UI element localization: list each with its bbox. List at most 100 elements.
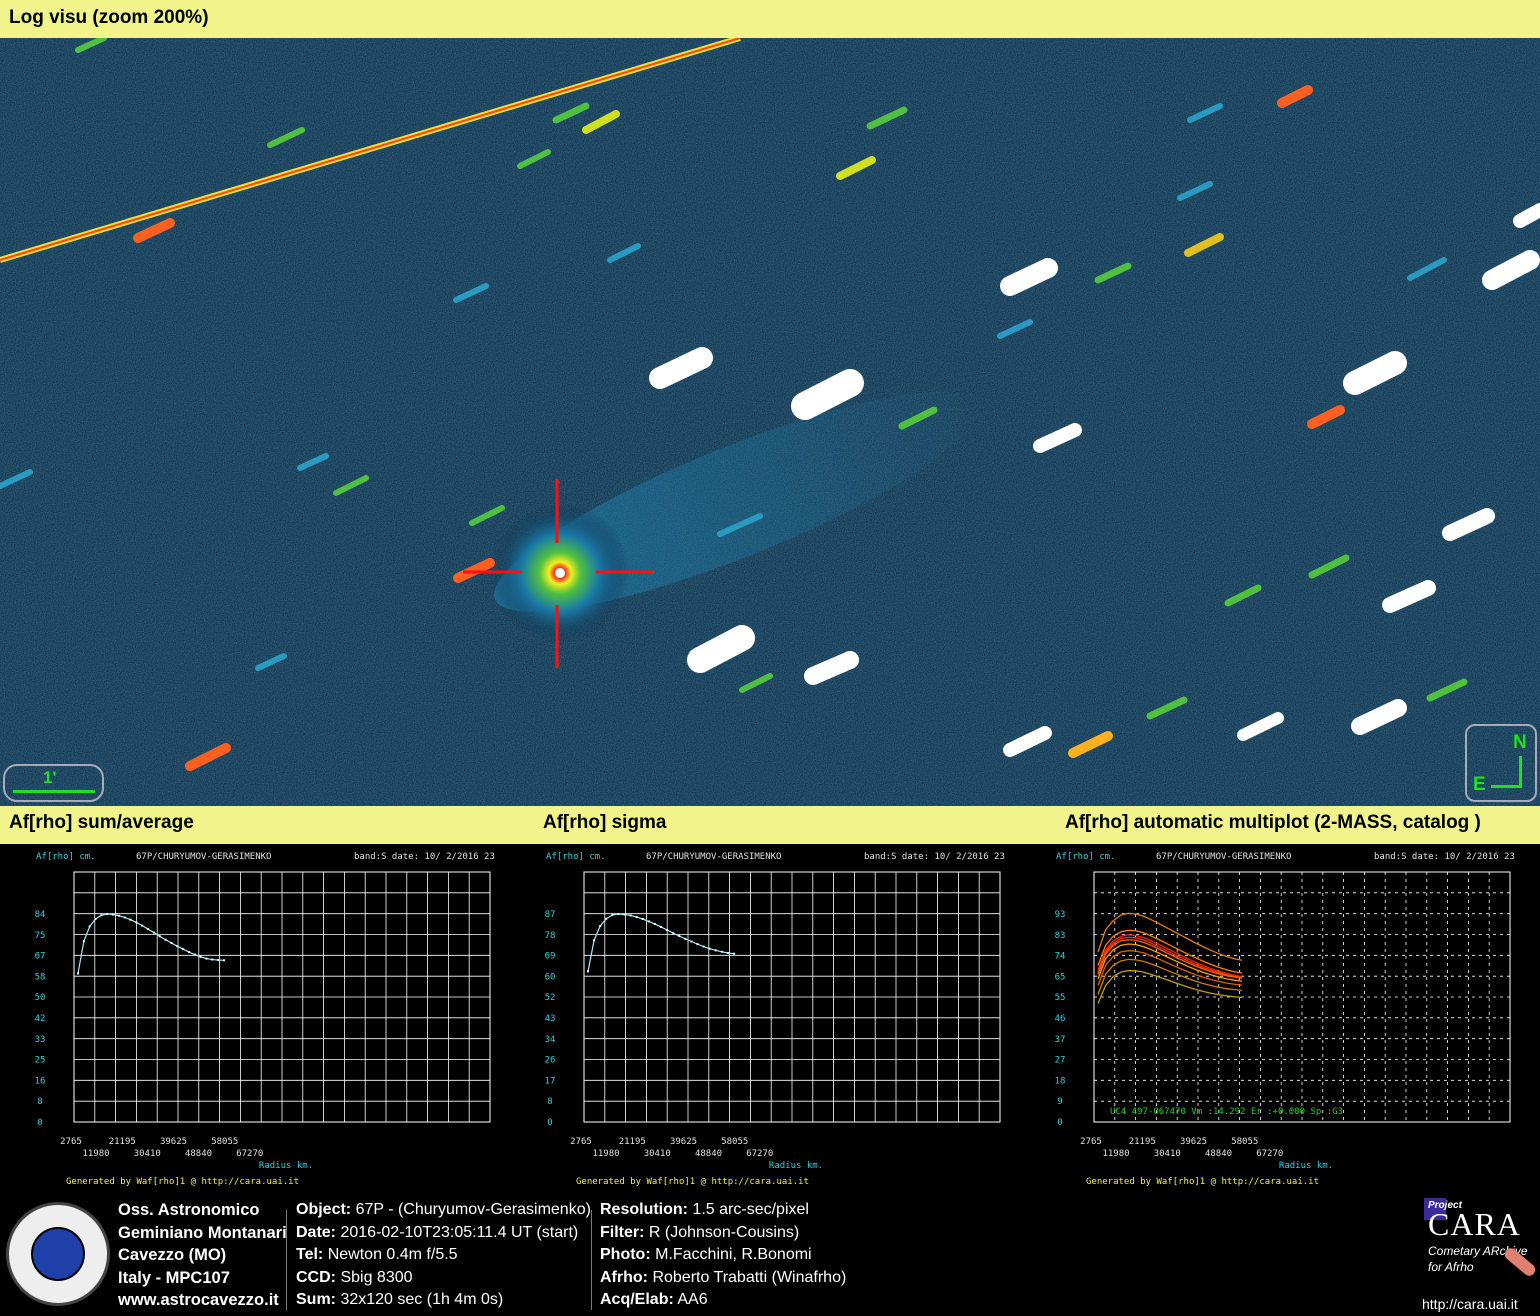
compass-north-arrow	[1519, 756, 1522, 788]
org-line-1: Oss. Astronomico	[118, 1201, 260, 1219]
plot-ytick: 16	[35, 1076, 46, 1086]
sum-value: 32x120 sec (1h 4m 0s)	[340, 1291, 504, 1309]
plot-ytick: 60	[545, 972, 556, 982]
plot-ytick: 0	[37, 1118, 42, 1128]
plot-point	[152, 931, 155, 934]
plot-point	[182, 948, 185, 951]
org-line-4: Italy - MPC107	[118, 1268, 230, 1287]
compass: N E	[1465, 724, 1537, 802]
org-website[interactable]: www.astrocavezzo.it	[118, 1289, 287, 1312]
plot-xlabel: Radius km.	[259, 1161, 313, 1171]
plot-point	[94, 917, 97, 920]
plot-ytick: 8	[547, 1097, 552, 1107]
plot-point	[726, 951, 729, 954]
plot-point	[77, 972, 79, 975]
plot-star-info: UC4 497-067470 Vm :14.292 Er :+0.000 Sp …	[1110, 1107, 1343, 1117]
plot-multiplot: Af[rho] cm. 67P/CHURYUMOV-GERASIMENKO band…	[1020, 844, 1530, 1190]
plot-xtick: 30410	[134, 1149, 161, 1159]
plot-ytick: 50	[35, 993, 46, 1003]
photo-label: Photo:	[600, 1246, 651, 1264]
plot-point	[223, 959, 225, 962]
plot-xtick: 30410	[1154, 1149, 1181, 1159]
plot-point	[653, 923, 656, 926]
plot-xtick: 39625	[160, 1137, 187, 1147]
plot-svg: Af[rho] cm. 67P/CHURYUMOV-GERASIMENKO band…	[545, 852, 1005, 1187]
footer-divider-2	[591, 1210, 592, 1310]
plot-ytick: 25	[35, 1056, 46, 1066]
plot-point	[217, 959, 220, 962]
plot-ytick: 69	[545, 952, 556, 962]
plot-point	[112, 913, 115, 916]
cara-url[interactable]: http://cara.uai.it	[1422, 1296, 1518, 1312]
plot-point	[660, 925, 662, 928]
plot-point	[100, 914, 103, 917]
comet-image: 1' N E	[0, 38, 1540, 806]
plot-point	[593, 939, 596, 942]
plot-ylabel: Af[rho] cm.	[1056, 852, 1116, 862]
plot-ytick: 74	[1055, 952, 1066, 962]
plot-point	[647, 920, 650, 923]
filter-label: Filter:	[600, 1223, 645, 1241]
plot-point	[635, 916, 638, 919]
plot-xtick: 58055	[211, 1137, 238, 1147]
plot-point	[684, 937, 687, 940]
header-title: Log visu (zoom 200%)	[9, 7, 209, 28]
plot-band: band:S date: 10/ 2/2016 23	[864, 852, 1005, 862]
plot-point	[205, 957, 208, 960]
plot-ytick: 75	[35, 931, 46, 941]
plot-xtick: 48840	[1205, 1149, 1232, 1159]
plot-point	[629, 914, 632, 917]
plot-svg: Af[rho] cm. 67P/CHURYUMOV-GERASIMENKO band…	[1055, 852, 1515, 1187]
plot-generated: Generated by Waf[rho]1 @ http://cara.uai…	[576, 1177, 809, 1187]
plot-point	[129, 918, 132, 921]
compass-east: E	[1473, 774, 1486, 795]
resolution-label: Resolution:	[600, 1201, 688, 1218]
plot-point	[672, 932, 675, 935]
plot-xtick: 67270	[746, 1149, 773, 1159]
plot-point	[733, 952, 735, 955]
plot-point	[82, 940, 85, 943]
object-value: 67P - (Churyumov-Gerasimenko)	[355, 1201, 591, 1218]
plot-point	[605, 917, 608, 920]
plot-point	[199, 955, 202, 958]
plot-point	[708, 947, 711, 950]
plot-point	[187, 951, 190, 954]
plot-xtick: 11980	[592, 1149, 619, 1159]
plot-point	[88, 925, 91, 928]
plot-xtick: 67270	[236, 1149, 263, 1159]
plot-point	[720, 950, 723, 953]
plot-xtick: 58055	[721, 1137, 748, 1147]
org-line-2: Geminiano Montanari	[118, 1223, 287, 1242]
plot-object: 67P/CHURYUMOV-GERASIMENKO	[1156, 852, 1291, 862]
object-label: Object:	[296, 1201, 352, 1218]
plot-series-line	[587, 913, 735, 972]
plot-point	[170, 941, 173, 944]
scale-line	[13, 790, 95, 793]
plot-ytick: 78	[545, 931, 556, 941]
observation-block: Object: 67P - (Churyumov-Gerasimenko) Da…	[296, 1199, 591, 1312]
plot-point	[141, 924, 144, 927]
panel-title-multiplot: Af[rho] automatic multiplot (2-MASS, cat…	[1065, 812, 1481, 833]
scale-label: 1'	[43, 768, 57, 787]
compass-east-arrow	[1491, 785, 1522, 788]
footer-divider-1	[286, 1210, 287, 1310]
cara-subtitle-2: for Afrho	[1428, 1260, 1474, 1274]
filter-value: R (Johnson-Cousins)	[648, 1223, 800, 1241]
plot-sum: Af[rho] cm. 67P/CHURYUMOV-GERASIMENKO band…	[0, 844, 510, 1190]
plot-band: band:S date: 10/ 2/2016 23	[1374, 852, 1515, 862]
date-value: 2016-02-10T23:05:11.4 UT (start)	[340, 1223, 579, 1241]
cara-name: CARA	[1428, 1206, 1521, 1242]
afrho-label: Afrho:	[600, 1268, 648, 1286]
plot-xtick: 58055	[1231, 1137, 1258, 1147]
plot-xtick: 48840	[185, 1149, 212, 1159]
plot-ytick: 26	[545, 1056, 556, 1066]
plot-ytick: 58	[35, 972, 46, 982]
plot-sigma: Af[rho] cm. 67P/CHURYUMOV-GERASIMENKO band…	[510, 844, 1020, 1190]
cara-logo[interactable]: Project CARA Cometary ARchive for Afrho …	[1420, 1196, 1538, 1316]
plot-point	[666, 929, 669, 932]
panel-title-sum: Af[rho] sum/average	[9, 812, 194, 833]
plot-point	[702, 945, 705, 948]
plot-point	[714, 949, 717, 952]
date-label: Date:	[296, 1223, 337, 1241]
plot-point	[623, 913, 626, 916]
